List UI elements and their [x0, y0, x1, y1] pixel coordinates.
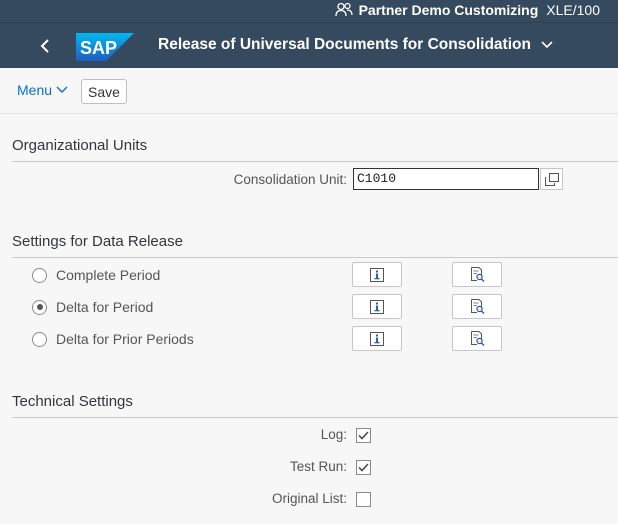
menu-button[interactable]: Menu: [17, 82, 68, 98]
data-release-title: Settings for Data Release: [12, 233, 183, 250]
radio-button[interactable]: [32, 331, 47, 347]
radio-complete-period[interactable]: Complete Period: [32, 267, 160, 283]
app-title-text: Release of Universal Documents for Conso…: [158, 36, 531, 53]
original-list-label: Original List:: [271, 491, 347, 506]
log-checkbox[interactable]: [356, 428, 371, 443]
technical-settings-title: Technical Settings: [12, 393, 133, 410]
people-icon: [334, 2, 353, 17]
display-document-button[interactable]: [452, 262, 502, 287]
system-bar: Partner Demo Customizing XLE/100: [0, 0, 618, 22]
org-units-title: Organizational Units: [12, 137, 148, 154]
back-button[interactable]: [34, 35, 56, 57]
system-info[interactable]: Partner Demo Customizing XLE/100: [334, 2, 600, 18]
info-button[interactable]: [352, 262, 402, 287]
document-search-icon: [470, 331, 485, 346]
document-search-icon: [470, 299, 485, 314]
radio-button[interactable]: [32, 267, 47, 283]
sap-logo[interactable]: SAP: [76, 33, 134, 61]
document-search-icon: [470, 267, 485, 282]
radio-button[interactable]: [32, 299, 47, 315]
chevron-down-icon: [56, 86, 68, 93]
info-icon: [370, 331, 384, 346]
original-list-checkbox[interactable]: [356, 492, 371, 507]
info-icon: [370, 299, 384, 314]
save-button[interactable]: Save: [81, 79, 127, 104]
app-title[interactable]: Release of Universal Documents for Conso…: [158, 36, 553, 54]
radio-label: Delta for Period: [56, 299, 154, 315]
consolidation-unit-input[interactable]: C1010: [353, 168, 539, 190]
display-document-button[interactable]: [452, 326, 502, 351]
radio-delta-prior-periods[interactable]: Delta for Prior Periods: [32, 331, 194, 347]
display-document-button[interactable]: [452, 294, 502, 319]
section-divider: [12, 257, 618, 258]
checkmark-icon: [358, 431, 369, 440]
log-label: Log:: [320, 427, 347, 442]
radio-label: Delta for Prior Periods: [56, 331, 194, 347]
consolidation-unit-label: Consolidation Unit:: [233, 172, 347, 187]
test-run-label: Test Run:: [289, 459, 347, 474]
section-divider: [12, 161, 618, 162]
menu-label: Menu: [17, 82, 53, 98]
info-button[interactable]: [352, 294, 402, 319]
system-client: XLE/100: [546, 2, 600, 18]
radio-label: Complete Period: [56, 267, 161, 283]
info-button[interactable]: [352, 326, 402, 351]
chevron-left-icon: [40, 39, 49, 53]
radio-delta-for-period[interactable]: Delta for Period: [32, 299, 153, 315]
multiple-selection-icon: [544, 172, 559, 186]
chevron-down-icon: [541, 41, 553, 49]
value-help-button[interactable]: [540, 168, 563, 190]
shell-header: SAP Release of Universal Documents for C…: [0, 22, 618, 68]
section-divider: [12, 417, 618, 418]
checkmark-icon: [358, 463, 369, 472]
test-run-checkbox[interactable]: [356, 460, 371, 475]
system-name: Partner Demo Customizing: [358, 2, 539, 18]
sap-logo-text: SAP: [80, 38, 117, 58]
selection-screen: Organizational Units Consolidation Unit:…: [0, 114, 618, 524]
info-icon: [370, 267, 384, 282]
